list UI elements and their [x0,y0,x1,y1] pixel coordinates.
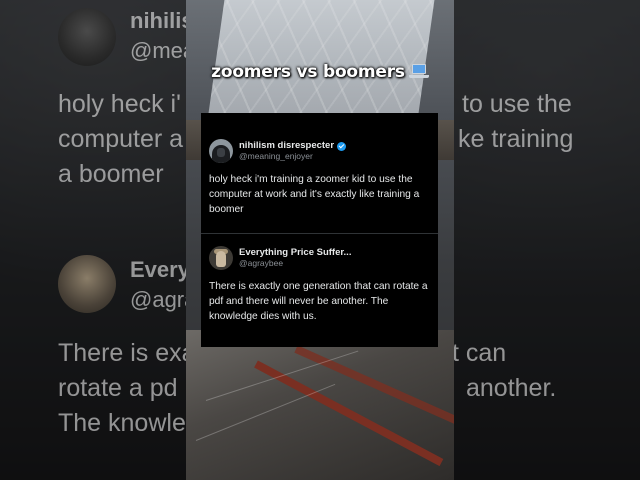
verified-badge-icon [337,141,347,151]
tweet-1: nihilism disrespecter @meaning_enjoyer h… [209,137,434,217]
tweet-body: There is exactly one generation that can… [209,281,428,322]
tweet-body: holy heck i'm training a zoomer kid to u… [209,174,420,215]
background-line-3: a boomer [58,160,164,188]
background-line-1b: to use the [462,90,572,118]
background-line-4b: t can [452,339,507,367]
background-line-2b: ke training [458,125,574,153]
avatar [209,139,233,163]
tweet-2: Everything Price Suffer... @agraybee The… [209,244,434,324]
tweet-screenshot-card: nihilism disrespecter @meaning_enjoyer h… [201,113,438,347]
tweet-header: nihilism disrespecter @meaning_enjoyer [209,137,434,165]
background-avatar-1 [58,8,116,66]
background-line-2a: computer a [58,125,184,153]
background-name-2: Every [130,257,190,282]
tweet-author-handle: @agraybee [239,257,284,268]
tweet-header: Everything Price Suffer... @agraybee [209,244,434,272]
tweet-divider [201,233,438,234]
tweet-author-name: Everything Price Suffer... [239,246,352,258]
background-line-6: The knowle [58,409,186,437]
background-name-1: nihilis [130,8,194,33]
avatar [209,246,233,270]
background-line-5b: another. [466,374,557,402]
tweet-author-name: nihilism disrespecter [239,139,335,151]
background-avatar-2 [58,255,116,313]
background-line-4a: There is exa [58,339,196,367]
caption-text: zoomers vs boomers [211,62,405,82]
tweet-author-handle: @meaning_enjoyer [239,150,313,161]
video-caption-title: zoomers vs boomers [186,62,454,82]
background-line-5a: rotate a pd [58,374,178,402]
background-line-1a: holy heck i' [58,90,181,118]
laptop-icon [408,64,429,80]
